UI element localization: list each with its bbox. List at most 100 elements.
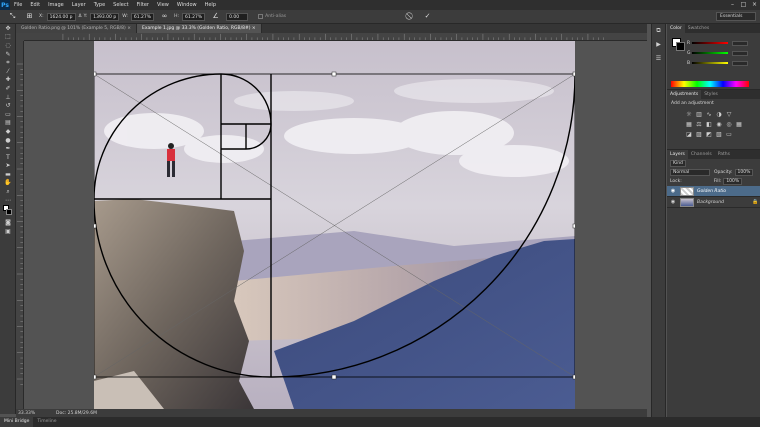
background-color[interactable] <box>676 42 685 51</box>
height-input[interactable]: 61.27% <box>181 12 206 21</box>
color-swatches[interactable] <box>0 204 15 218</box>
opacity-input[interactable]: 100% <box>734 169 754 176</box>
background-color-swatch[interactable] <box>6 209 12 216</box>
vertical-ruler[interactable] <box>16 41 24 409</box>
zoom-level[interactable]: 33.33% <box>16 411 36 416</box>
transform-tool-icon[interactable]: ⤡ <box>8 12 17 21</box>
blend-mode-select[interactable]: Normal <box>670 169 710 176</box>
menu-view[interactable]: View <box>153 2 173 8</box>
red-slider[interactable]: R <box>687 40 753 46</box>
stamp-tool-icon[interactable]: ⊥ <box>0 93 16 102</box>
document-image[interactable] <box>94 41 575 409</box>
pen-tool-icon[interactable]: ✒ <box>0 144 16 153</box>
commit-transform-icon[interactable]: ✓ <box>423 12 432 21</box>
adjustments-panel: Add an adjustment ☼ ▥ ∿ ◑ ▽ ▦ ⚖ ◧ ◉ ◎ ▦ … <box>667 99 760 150</box>
brightness-icon[interactable]: ☼ <box>685 111 693 118</box>
menu-select[interactable]: Select <box>109 2 132 8</box>
menu-layer[interactable]: Layer <box>68 2 90 8</box>
angle-input[interactable]: 0.00 <box>226 12 249 21</box>
type-tool-icon[interactable]: T <box>0 153 16 162</box>
gradient-tool-icon[interactable]: ▤ <box>0 119 16 128</box>
eraser-tool-icon[interactable]: ▭ <box>0 110 16 119</box>
maximize-icon[interactable]: □ <box>738 0 749 10</box>
eyedropper-tool-icon[interactable]: ⁄ <box>0 67 16 76</box>
gradient-map-icon[interactable]: ▭ <box>725 131 733 138</box>
curves-icon[interactable]: ∿ <box>705 111 713 118</box>
tab-paths[interactable]: Paths <box>715 150 733 159</box>
link-icon[interactable]: ∞ <box>160 12 169 21</box>
green-slider[interactable]: G <box>687 50 753 56</box>
move-tool-icon[interactable]: ✥ <box>0 24 16 33</box>
layer-golden-ratio[interactable]: ◉ Golden Ratio <box>667 186 760 197</box>
canvas-area[interactable] <box>24 41 647 409</box>
hand-tool-icon[interactable]: ✋ <box>0 179 16 188</box>
menu-filter[interactable]: Filter <box>133 2 153 8</box>
minimize-icon[interactable]: – <box>727 0 738 10</box>
properties-panel-icon[interactable]: ☰ <box>652 52 665 66</box>
tab-styles[interactable]: Styles <box>701 90 721 99</box>
black-white-icon[interactable]: ◧ <box>705 121 713 128</box>
tab-swatches[interactable]: Swatches <box>685 24 713 33</box>
tab-channels[interactable]: Channels <box>688 150 715 159</box>
eye-icon[interactable]: ◉ <box>669 188 677 194</box>
eye-icon[interactable]: ◉ <box>669 199 677 205</box>
history-brush-tool-icon[interactable]: ↺ <box>0 101 16 110</box>
screen-mode-icon[interactable]: ▣ <box>0 227 16 236</box>
history-panel-icon[interactable]: ⧉ <box>652 24 665 38</box>
more-tools-icon[interactable]: ⋯ <box>0 196 16 205</box>
brush-tool-icon[interactable]: ✐ <box>0 84 16 93</box>
shape-tool-icon[interactable]: ▬ <box>0 170 16 179</box>
menu-help[interactable]: Help <box>201 2 220 8</box>
invert-icon[interactable]: ◪ <box>685 131 693 138</box>
levels-icon[interactable]: ▥ <box>695 111 703 118</box>
horizontal-ruler[interactable] <box>24 33 647 41</box>
dodge-tool-icon[interactable]: ● <box>0 136 16 145</box>
blue-slider[interactable]: B <box>687 60 753 66</box>
vibrance-icon[interactable]: ▽ <box>725 111 733 118</box>
actions-panel-icon[interactable]: ▶ <box>652 38 665 52</box>
color-lookup-icon[interactable]: ▦ <box>735 121 743 128</box>
selective-color-icon[interactable]: ▧ <box>715 131 723 138</box>
color-spectrum[interactable] <box>671 81 749 87</box>
blur-tool-icon[interactable]: ◆ <box>0 127 16 136</box>
y-input[interactable]: 1393.00 p <box>90 12 120 21</box>
tab-color[interactable]: Color <box>667 24 685 33</box>
menu-file[interactable]: File <box>10 2 26 8</box>
healing-tool-icon[interactable]: ✚ <box>0 76 16 85</box>
workspace-select[interactable]: Essentials <box>716 12 756 21</box>
threshold-icon[interactable]: ◩ <box>705 131 713 138</box>
tab-mini-bridge[interactable]: Mini Bridge <box>0 417 34 427</box>
close-icon[interactable]: × <box>749 0 760 10</box>
tab-adjustments[interactable]: Adjustments <box>667 90 702 99</box>
menu-image[interactable]: Image <box>44 2 68 8</box>
hue-saturation-icon[interactable]: ▦ <box>685 121 693 128</box>
x-input[interactable]: 1624.00 p <box>46 12 76 21</box>
quick-mask-icon[interactable]: ◙ <box>0 218 16 227</box>
bottom-panel-tabs: Mini Bridge Timeline <box>0 417 760 427</box>
fill-input[interactable]: 100% <box>723 178 743 185</box>
posterize-icon[interactable]: ▨ <box>695 131 703 138</box>
reference-point-icon[interactable]: ⊞ <box>25 12 34 21</box>
cancel-transform-icon[interactable]: ⃠ <box>406 12 415 21</box>
crop-tool-icon[interactable]: ⌗ <box>0 58 16 67</box>
menu-type[interactable]: Type <box>90 2 109 8</box>
quick-select-tool-icon[interactable]: ✎ <box>0 50 16 59</box>
path-select-tool-icon[interactable]: ➤ <box>0 162 16 171</box>
tab-layers[interactable]: Layers <box>667 150 688 159</box>
exposure-icon[interactable]: ◑ <box>715 111 723 118</box>
channel-mixer-icon[interactable]: ◎ <box>725 121 733 128</box>
photo-filter-icon[interactable]: ◉ <box>715 121 723 128</box>
tab-golden-ratio[interactable]: Golden Ratio.png @ 101% (Example 5, RGB/… <box>16 24 137 33</box>
color-balance-icon[interactable]: ⚖ <box>695 121 703 128</box>
filter-kind-select[interactable]: Kind <box>670 160 686 167</box>
menu-window[interactable]: Window <box>173 2 201 8</box>
zoom-tool-icon[interactable]: ⌕ <box>0 187 16 196</box>
tab-timeline[interactable]: Timeline <box>33 417 60 427</box>
width-input[interactable]: 61.27% <box>130 12 155 21</box>
tab-example-1[interactable]: Example 1.jpg @ 33.3% (Golden Ratio, RGB… <box>137 24 262 33</box>
menu-edit[interactable]: Edit <box>26 2 44 8</box>
lasso-tool-icon[interactable]: ◌ <box>0 41 16 50</box>
layer-background[interactable]: ◉ Background 🔒 <box>667 197 760 208</box>
marquee-tool-icon[interactable]: ⬚ <box>0 33 16 42</box>
antialias-checkbox[interactable]: Anti-alias <box>258 14 286 19</box>
